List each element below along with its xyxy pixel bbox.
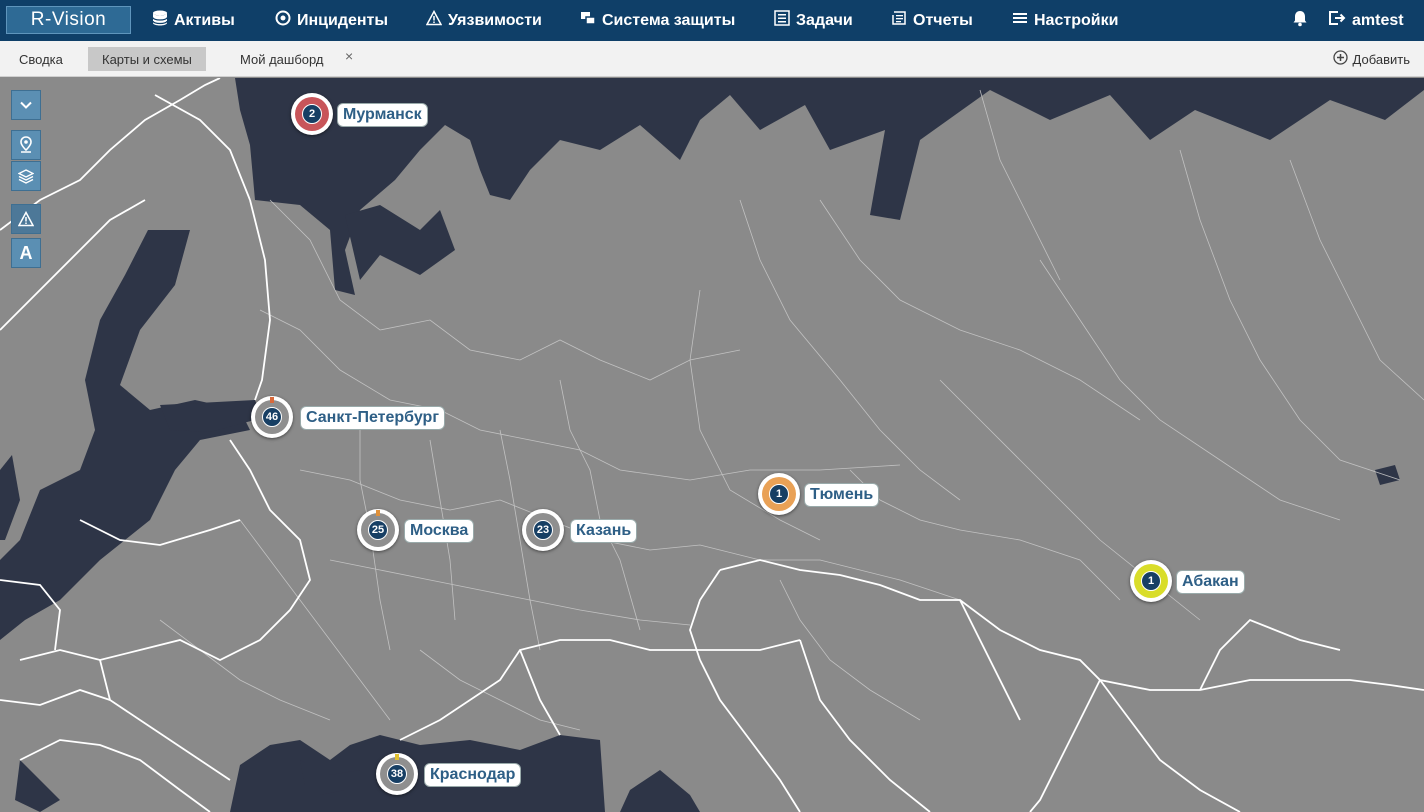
- collapse-toolbar-button[interactable]: [11, 90, 41, 120]
- nav-assets[interactable]: Активы: [152, 0, 235, 41]
- report-icon: [891, 10, 913, 31]
- labels-toggle-button[interactable]: A: [11, 238, 41, 268]
- nav-vulnerabilities-label: Уязвимости: [448, 11, 542, 29]
- target-icon: [275, 10, 297, 31]
- marker-saint-petersburg[interactable]: 46: [251, 396, 293, 438]
- marker-alert-tick: [395, 754, 399, 760]
- plus-circle-icon: [1332, 50, 1348, 68]
- database-icon: [152, 10, 174, 31]
- marker-alert-tick: [270, 397, 274, 403]
- city-label-moscow[interactable]: Москва: [404, 519, 475, 543]
- nav-protection-system-label: Система защиты: [602, 11, 736, 29]
- city-label-saint-petersburg[interactable]: Санкт-Петербург: [300, 406, 445, 430]
- tab-my-dashboard[interactable]: Мой дашборд: [226, 47, 338, 71]
- marker-count: 1: [1141, 571, 1161, 591]
- nav-reports[interactable]: Отчеты: [891, 0, 973, 41]
- marker-alert-tick: [376, 510, 380, 516]
- marker-kazan[interactable]: 23: [522, 509, 564, 551]
- warnings-filter-button[interactable]: [11, 204, 41, 234]
- add-tab-label: Добавить: [1352, 51, 1410, 67]
- layers-button[interactable]: [11, 161, 41, 191]
- nav-assets-label: Активы: [174, 11, 235, 29]
- marker-count: 1: [769, 484, 789, 504]
- city-label-murmansk[interactable]: Мурманск: [337, 103, 428, 127]
- nav-settings-label: Настройки: [1034, 11, 1119, 29]
- menu-icon: [1012, 10, 1034, 31]
- nav-tasks-label: Задачи: [796, 11, 853, 29]
- marker-count: 38: [387, 764, 407, 784]
- logout-button[interactable]: amtest: [1328, 0, 1404, 41]
- warning-icon: [18, 211, 34, 227]
- tasks-icon: [774, 10, 796, 31]
- nav-reports-label: Отчеты: [913, 11, 973, 29]
- rvision-logo[interactable]: R-Vision: [6, 6, 131, 34]
- marker-murmansk[interactable]: 2: [291, 93, 333, 135]
- marker-count: 2: [302, 104, 322, 124]
- notifications-button[interactable]: [1291, 0, 1309, 41]
- nav-protection-system[interactable]: Система защиты: [580, 0, 735, 41]
- marker-count: 46: [262, 407, 282, 427]
- tab-maps-and-schemes[interactable]: Карты и схемы: [88, 47, 206, 71]
- map-canvas[interactable]: [0, 78, 1424, 812]
- marker-count: 23: [533, 520, 553, 540]
- map-pin-button[interactable]: [11, 130, 41, 160]
- dashboard-tab-bar: Сводка Карты и схемы Мой дашборд × Добав…: [0, 41, 1424, 77]
- nav-vulnerabilities[interactable]: Уязвимости: [425, 0, 542, 41]
- marker-moscow[interactable]: 25: [357, 509, 399, 551]
- layers-icon: [18, 168, 34, 184]
- close-tab-icon[interactable]: ×: [345, 48, 353, 64]
- city-label-tyumen[interactable]: Тюмень: [804, 483, 880, 507]
- nav-incidents-label: Инциденты: [297, 11, 389, 29]
- windows-icon: [580, 10, 602, 31]
- nav-settings[interactable]: Настройки: [1012, 0, 1118, 41]
- add-tab-button[interactable]: Добавить: [1332, 47, 1410, 71]
- bell-icon: [1291, 9, 1309, 32]
- marker-krasnodar[interactable]: 38: [376, 753, 418, 795]
- marker-count: 25: [368, 520, 388, 540]
- marker-abakan[interactable]: 1: [1130, 560, 1172, 602]
- logout-icon: [1328, 10, 1352, 31]
- top-navigation-bar: R-Vision Активы Инциденты Уязвимости Сис…: [0, 0, 1424, 41]
- username: amtest: [1352, 11, 1404, 29]
- city-label-kazan[interactable]: Казань: [570, 519, 638, 543]
- chevron-down-icon: [18, 97, 34, 113]
- map-pin-icon: [18, 136, 34, 154]
- map-view[interactable]: A 2 Мурманск 46 Санкт-Петербург 25 Москв…: [0, 78, 1424, 812]
- text-label-icon: A: [19, 242, 33, 263]
- city-label-krasnodar[interactable]: Краснодар: [424, 763, 522, 787]
- nav-incidents[interactable]: Инциденты: [275, 0, 388, 41]
- warning-icon: [425, 9, 448, 31]
- city-label-abakan[interactable]: Абакан: [1176, 570, 1245, 594]
- tab-summary[interactable]: Сводка: [5, 47, 77, 71]
- nav-tasks[interactable]: Задачи: [774, 0, 853, 41]
- marker-tyumen[interactable]: 1: [758, 473, 800, 515]
